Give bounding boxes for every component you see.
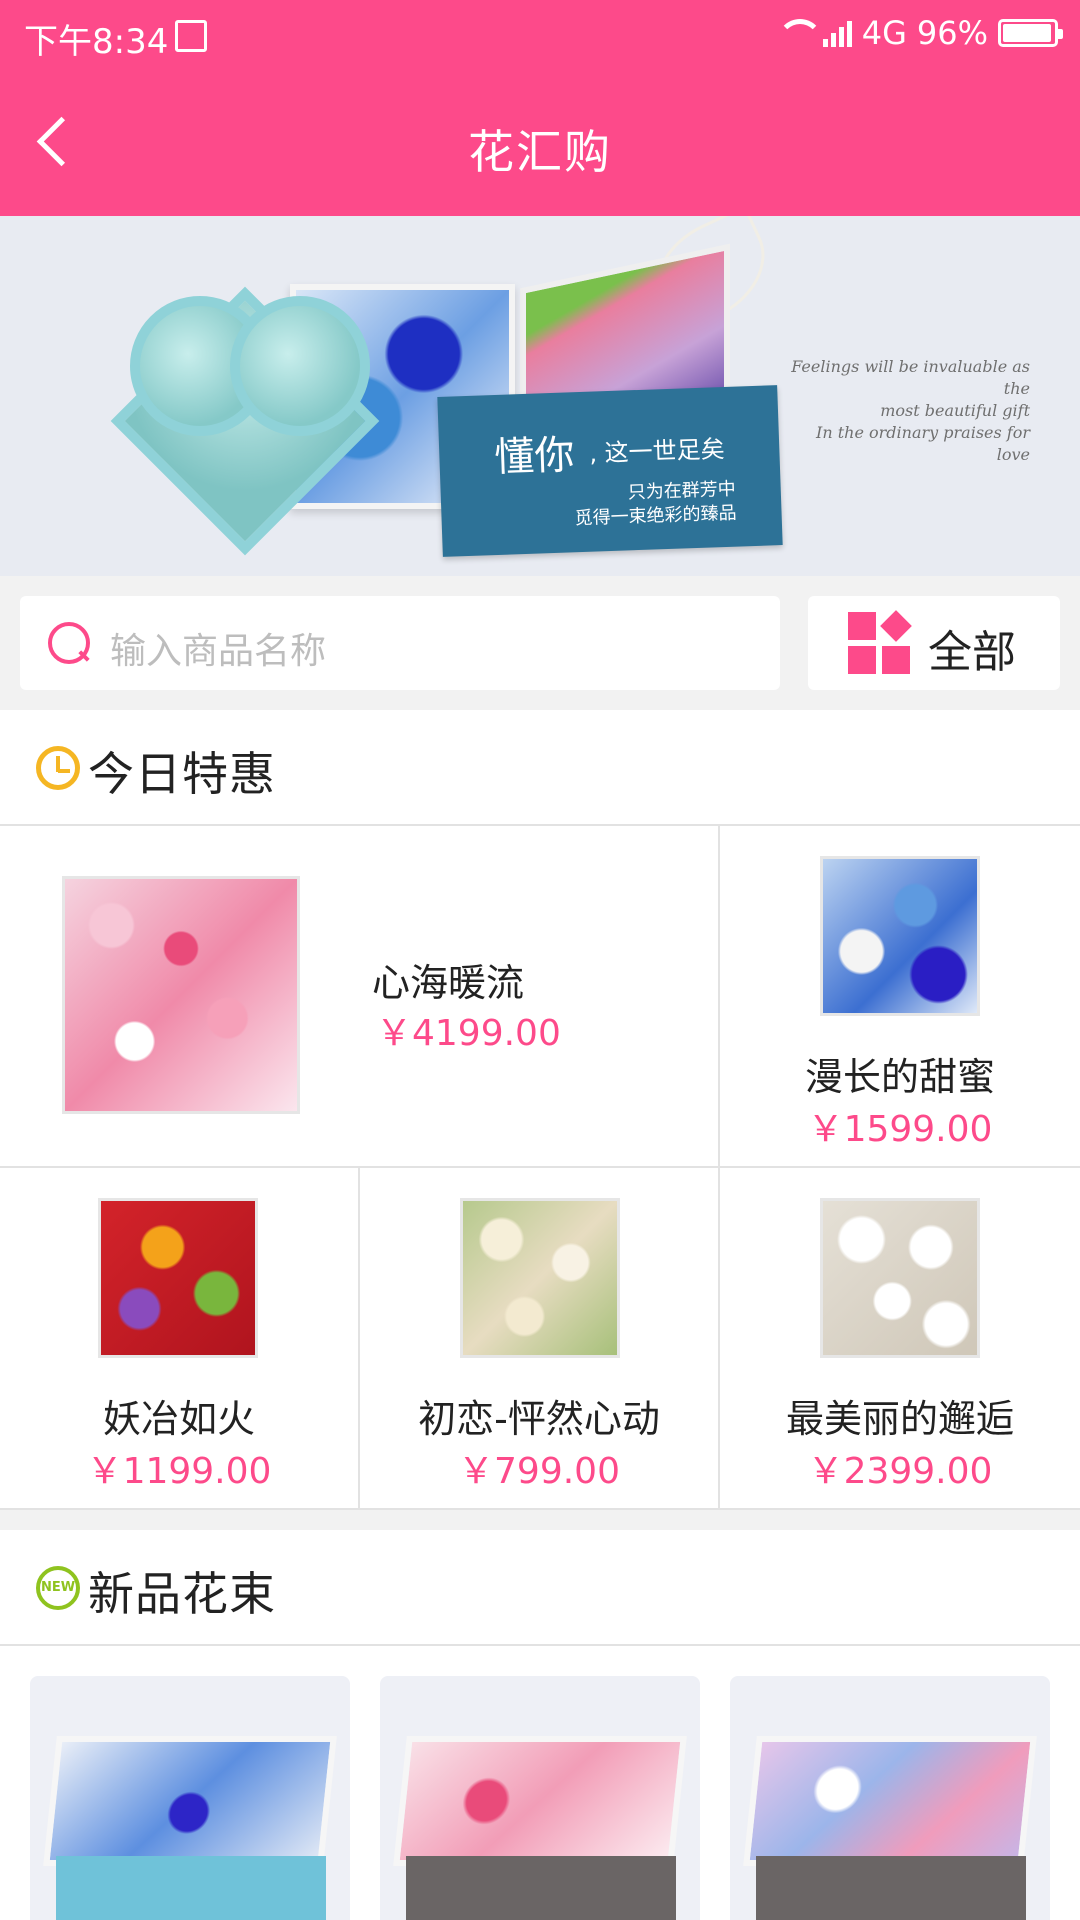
product-price: ￥799.00 [458, 1451, 620, 1492]
clock-icon [36, 746, 80, 790]
section-title: 今日特惠 [88, 747, 276, 801]
banner-tag: 懂你 , 这一世足矣 只为在群芳中 觅得一束绝彩的臻品 [437, 385, 783, 557]
product-card[interactable]: 心海暖流 ￥4199.00 [0, 826, 720, 1168]
product-price: ￥2399.00 [807, 1451, 993, 1492]
banner-subheadline: , 这一世足矣 [588, 434, 726, 468]
product-image [460, 1198, 620, 1358]
status-time: 下午8:34 [24, 22, 169, 62]
product-name: 妖冶如火 [102, 1397, 255, 1441]
product-image [98, 1198, 258, 1358]
daily-deals-grid: 心海暖流 ￥4199.00 漫长的甜蜜 ￥1599.00 妖冶如火 ￥1199.… [0, 826, 1080, 1510]
product-price: ￥1599.00 [807, 1109, 993, 1150]
heart-box-image [110, 286, 390, 556]
banner-script-text: Feelings will be invaluable as the most … [791, 357, 1030, 464]
search-row: 输入商品名称 全部 [0, 576, 1080, 710]
search-placeholder: 输入商品名称 [110, 631, 327, 672]
product-card[interactable]: 最美丽的邂逅 ￥2399.00 [720, 1168, 1080, 1510]
product-image [393, 1736, 687, 1920]
banner-headline: 懂你 [493, 432, 576, 482]
product-image [43, 1736, 337, 1920]
product-image [62, 876, 300, 1114]
product-price: ￥4199.00 [376, 1013, 561, 1054]
new-bouquets-header: NEW 新品花束 [0, 1530, 1080, 1646]
daily-deals-header: 今日特惠 [0, 710, 1080, 826]
product-card[interactable]: 初恋-怦然心动 ￥799.00 [360, 1168, 720, 1510]
product-name: 漫长的甜蜜 [804, 1055, 995, 1099]
product-card[interactable] [730, 1676, 1050, 1920]
search-icon [48, 622, 90, 664]
wifi-icon [776, 19, 823, 47]
search-input[interactable]: 输入商品名称 [20, 596, 780, 690]
product-card[interactable] [380, 1676, 700, 1920]
battery-percent: 96% [916, 14, 988, 52]
product-name: 初恋-怦然心动 [418, 1397, 660, 1441]
status-right: 4G 96% [776, 14, 1063, 52]
all-categories-button[interactable]: 全部 [808, 596, 1060, 690]
product-image [820, 856, 980, 1016]
product-card[interactable] [30, 1676, 350, 1920]
product-image [820, 1198, 980, 1358]
network-type: 4G [861, 14, 907, 52]
product-image [743, 1736, 1037, 1920]
product-card[interactable]: 妖冶如火 ￥1199.00 [0, 1168, 360, 1510]
signal-icon [822, 19, 852, 47]
status-bar: 下午8:34 4G 96% [0, 0, 1080, 70]
banner-line: 觅得一束绝彩的臻品 [574, 502, 737, 530]
screenshot-icon [175, 20, 207, 52]
battery-icon [998, 19, 1063, 47]
section-title: 新品花束 [88, 1567, 276, 1621]
all-label: 全部 [928, 627, 1016, 678]
app-header: 花汇购 [0, 70, 1080, 216]
product-card[interactable]: 漫长的甜蜜 ￥1599.00 [720, 826, 1080, 1168]
product-name: 心海暖流 [372, 961, 525, 1005]
promo-banner[interactable]: 懂你 , 这一世足矣 只为在群芳中 觅得一束绝彩的臻品 Feelings wil… [0, 216, 1080, 576]
new-bouquets-list [0, 1646, 1080, 1920]
product-name: 最美丽的邂逅 [785, 1397, 1014, 1441]
new-badge-icon: NEW [36, 1566, 80, 1610]
page-title: 花汇购 [468, 125, 612, 179]
category-grid-icon [848, 610, 912, 674]
product-price: ￥1199.00 [86, 1451, 272, 1492]
